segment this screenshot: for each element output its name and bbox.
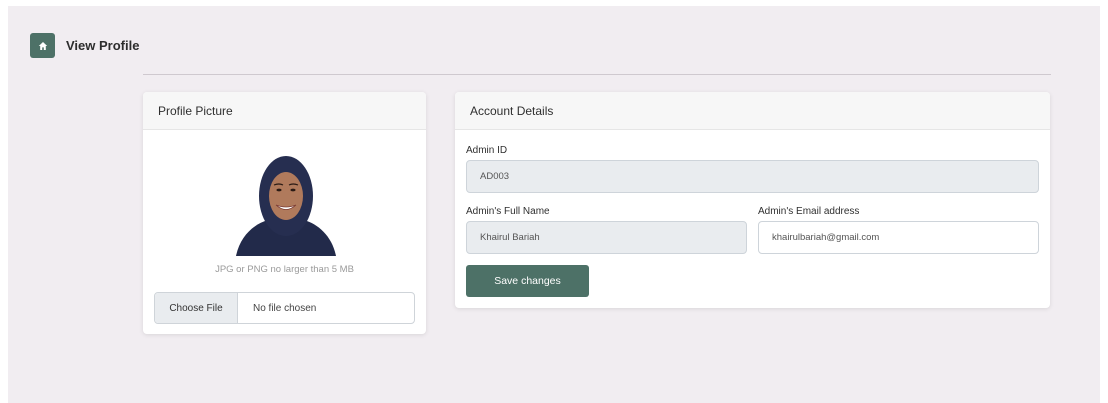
page-header: View Profile [30, 33, 139, 58]
home-button[interactable] [30, 33, 55, 58]
choose-file-button[interactable]: Choose File [155, 293, 238, 323]
file-size-hint: JPG or PNG no larger than 5 MB [215, 264, 354, 275]
page-title: View Profile [66, 38, 140, 53]
admin-id-label: Admin ID [466, 145, 508, 156]
avatar [236, 150, 336, 256]
header-divider [143, 74, 1051, 75]
file-status-text: No file chosen [253, 302, 317, 314]
email-field[interactable]: khairulbariah@gmail.com [758, 221, 1039, 254]
profile-picture-file-input[interactable]: Choose File No file chosen [154, 292, 415, 324]
admin-id-field: AD003 [466, 160, 1039, 193]
home-icon [38, 41, 47, 50]
profile-picture-card: Profile Picture JPG or PNG no larger tha… [143, 92, 426, 334]
account-details-card-title: Account Details [455, 92, 1050, 130]
account-details-card: Account Details Admin ID AD003 Admin's F… [455, 92, 1050, 308]
email-label: Admin's Email address [758, 206, 860, 217]
full-name-field: Khairul Bariah [466, 221, 747, 254]
full-name-label: Admin's Full Name [466, 206, 550, 217]
save-changes-button[interactable]: Save changes [466, 265, 589, 297]
profile-picture-card-title: Profile Picture [143, 92, 426, 130]
